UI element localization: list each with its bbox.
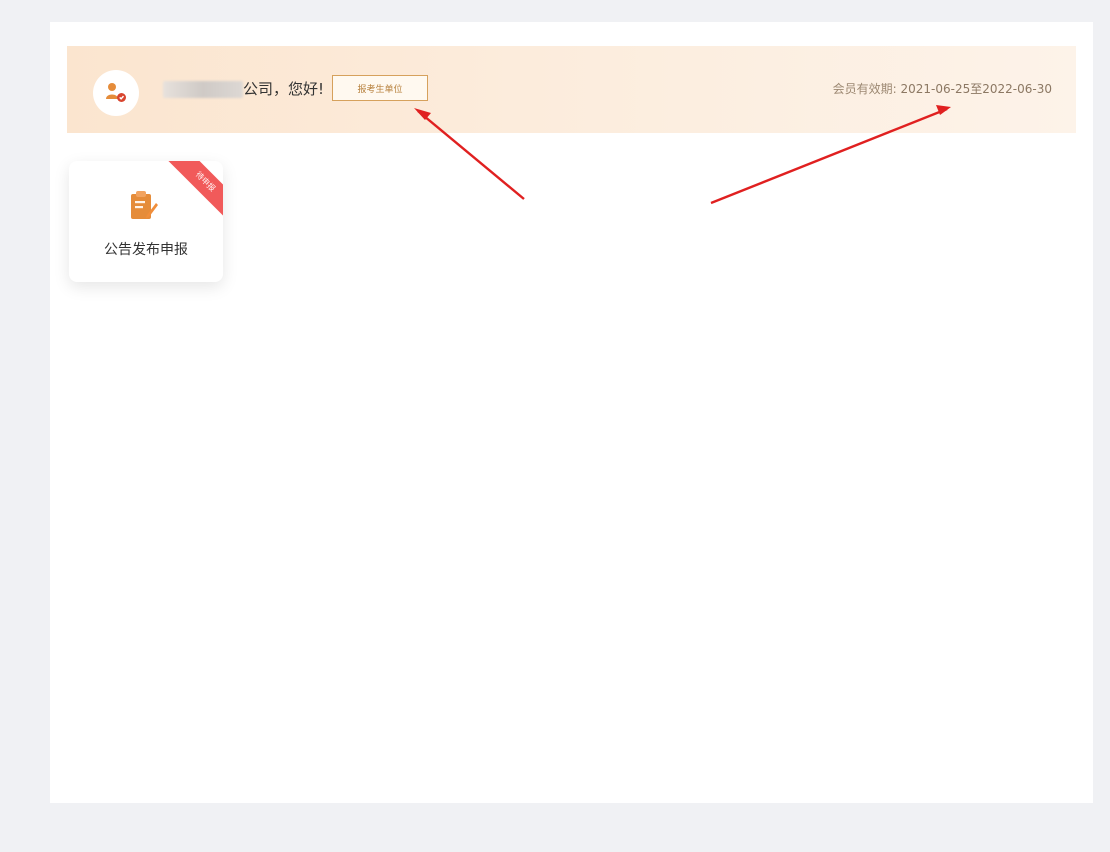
red-arrow-icon (414, 108, 525, 200)
red-arrow-icon (710, 105, 951, 205)
annotation-arrows (414, 105, 951, 205)
